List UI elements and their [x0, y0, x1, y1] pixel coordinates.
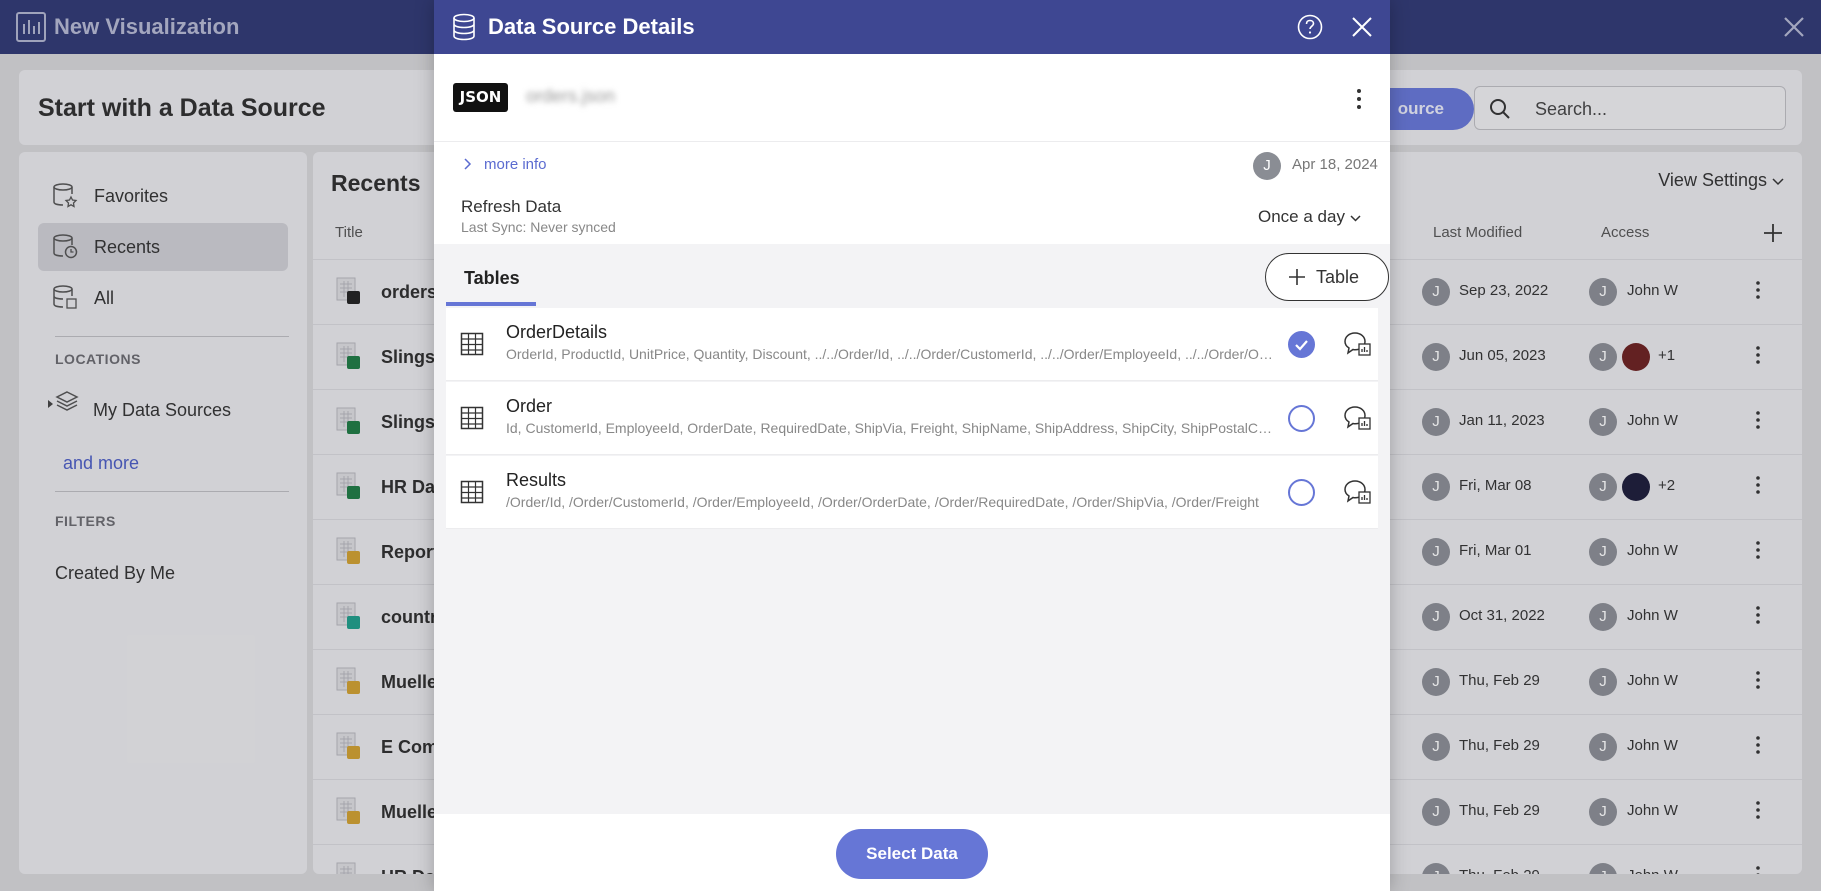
dialog-header: Data Source Details	[434, 0, 1390, 54]
tabs-bar: Tables Table	[446, 244, 1389, 308]
plus-icon	[1289, 269, 1305, 285]
table-grid-icon	[460, 480, 484, 504]
modified-date: Apr 18, 2024	[1292, 156, 1378, 173]
select-table-checkbox[interactable]	[1288, 479, 1315, 506]
source-row: JSON orders.json	[434, 54, 1390, 142]
data-table-row[interactable]: Order Id, CustomerId, EmployeeId, OrderDa…	[446, 382, 1378, 455]
avatar: J	[1253, 152, 1281, 180]
chevron-down-icon	[1350, 215, 1361, 222]
dialog-footer: Select Data	[434, 814, 1390, 891]
table-columns: /Order/Id, /Order/CustomerId, /Order/Emp…	[506, 494, 1259, 510]
check-icon	[1295, 340, 1308, 351]
data-table-row[interactable]: OrderDetails OrderId, ProductId, UnitPric…	[446, 308, 1378, 381]
preview-data-icon[interactable]	[1342, 330, 1372, 358]
table-columns: OrderId, ProductId, UnitPrice, Quantity,…	[506, 346, 1276, 362]
source-type-badge: JSON	[453, 83, 508, 112]
more-info-link[interactable]: more info	[484, 156, 547, 173]
info-row: more info J Apr 18, 2024	[434, 142, 1390, 188]
refresh-frequency-value: Once a day	[1258, 207, 1345, 226]
refresh-frequency-dropdown[interactable]: Once a day	[1258, 207, 1361, 227]
select-data-button[interactable]: Select Data	[836, 829, 988, 879]
table-grid-icon	[460, 406, 484, 430]
refresh-data-row: Refresh Data Last Sync: Never synced Onc…	[434, 188, 1390, 244]
data-table-row[interactable]: Results/Order/Id, /Order/CustomerId, /Or…	[446, 456, 1378, 529]
tab-tables[interactable]: Tables	[464, 268, 520, 289]
last-sync-text: Last Sync: Never synced	[461, 219, 616, 235]
tab-underline	[446, 302, 536, 306]
close-icon[interactable]	[1350, 15, 1374, 39]
select-table-checkbox[interactable]	[1288, 331, 1315, 358]
chevron-right-icon[interactable]	[464, 158, 472, 170]
data-source-details-dialog: Data Source Details JSON orders.json mor…	[434, 0, 1390, 891]
add-table-button[interactable]: Table	[1265, 253, 1389, 301]
table-name: Order	[506, 396, 553, 416]
dialog-title: Data Source Details	[488, 14, 695, 39]
preview-data-icon[interactable]	[1342, 404, 1372, 432]
tables-area: Tables Table OrderDetails OrderId, Produc…	[434, 244, 1390, 814]
table-name: OrderDetails	[506, 322, 608, 342]
database-icon	[453, 13, 475, 41]
table-grid-icon	[460, 332, 484, 356]
table-name: Results	[506, 470, 567, 490]
select-table-checkbox[interactable]	[1288, 405, 1315, 432]
add-table-label: Table	[1316, 267, 1360, 287]
table-columns: Id, CustomerId, EmployeeId, OrderDate, R…	[506, 420, 1276, 436]
help-icon[interactable]	[1296, 13, 1324, 41]
refresh-title: Refresh Data	[461, 197, 562, 216]
more-options-icon[interactable]	[1356, 88, 1362, 110]
preview-data-icon[interactable]	[1342, 478, 1372, 506]
source-name: orders.json	[526, 86, 616, 106]
